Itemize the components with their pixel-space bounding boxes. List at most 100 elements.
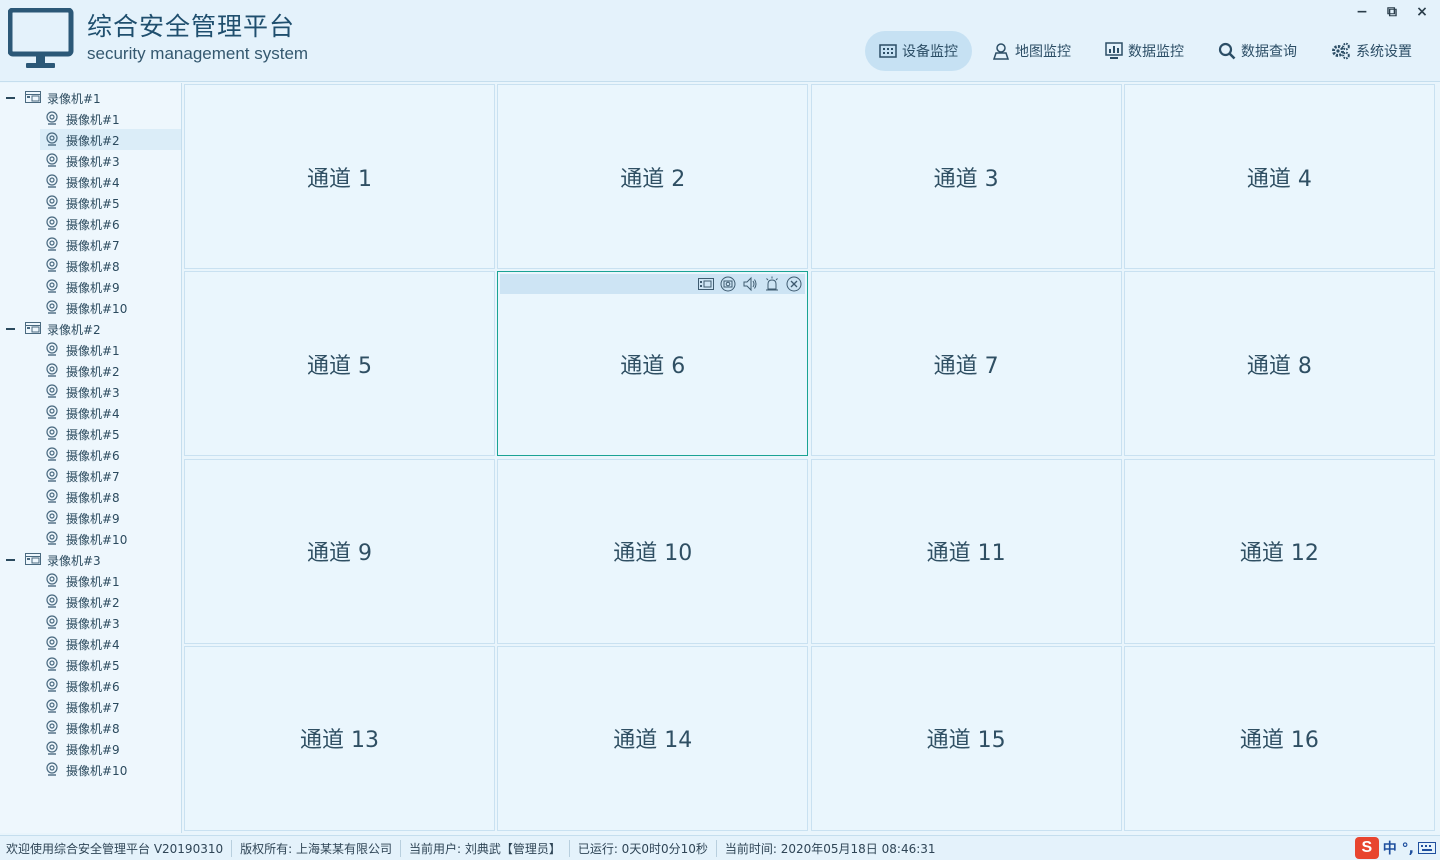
- tree-camera[interactable]: 摄像机#8: [0, 486, 181, 507]
- app-subtitle: security management system: [87, 44, 309, 63]
- channel-cell[interactable]: 通道 6: [497, 271, 809, 457]
- tree-camera[interactable]: 摄像机#5: [0, 192, 181, 213]
- channel-cell[interactable]: 通道 14: [497, 645, 809, 831]
- tree-recorder-label: 录像机#2: [47, 323, 101, 337]
- collapse-toggle-icon[interactable]: [6, 559, 15, 561]
- channel-cell[interactable]: 通道 8: [1123, 271, 1435, 457]
- channel-cell[interactable]: 通道 13: [184, 645, 495, 831]
- tree-camera[interactable]: 摄像机#4: [0, 633, 181, 654]
- tree-camera[interactable]: 摄像机#10: [0, 528, 181, 549]
- status-welcome: 欢迎使用综合安全管理平台 V20190310: [6, 839, 233, 857]
- tree-camera-label: 摄像机#9: [66, 743, 120, 757]
- tree-recorder[interactable]: 录像机#3: [0, 549, 181, 570]
- tree-camera[interactable]: 摄像机#3: [0, 381, 181, 402]
- camera-icon: [45, 258, 59, 275]
- tree-camera-label: 摄像机#7: [66, 470, 120, 484]
- tree-camera-label: 摄像机#3: [66, 386, 120, 400]
- tree-camera[interactable]: 摄像机#9: [0, 276, 181, 297]
- channel-cell[interactable]: 通道 9: [184, 458, 495, 644]
- tree-camera-label: 摄像机#5: [66, 428, 120, 442]
- tree-camera[interactable]: 摄像机#2: [0, 591, 181, 612]
- nav-data-query[interactable]: 数据查询: [1204, 31, 1311, 71]
- tree-camera[interactable]: 摄像机#7: [0, 234, 181, 255]
- channel-label: 通道 3: [933, 166, 999, 192]
- camera-icon: [45, 468, 59, 485]
- tree-camera[interactable]: 摄像机#6: [0, 675, 181, 696]
- close-button[interactable]: ×: [1414, 4, 1430, 20]
- channel-cell[interactable]: 通道 7: [810, 271, 1122, 457]
- camera-icon: [45, 132, 59, 149]
- tree-camera[interactable]: 摄像机#7: [0, 465, 181, 486]
- nav-label: 数据监控: [1128, 44, 1184, 60]
- tree-recorder-label: 录像机#1: [47, 92, 101, 106]
- channel-cell[interactable]: 通道 4: [1123, 84, 1435, 269]
- tree-camera[interactable]: 摄像机#2: [0, 360, 181, 381]
- tree-camera[interactable]: 摄像机#8: [0, 717, 181, 738]
- channel-cell[interactable]: 通道 3: [810, 84, 1122, 269]
- channel-cell[interactable]: 通道 2: [497, 84, 809, 269]
- collapse-toggle-icon[interactable]: [6, 97, 15, 99]
- tree-camera[interactable]: 摄像机#7: [0, 696, 181, 717]
- tree-camera[interactable]: 摄像机#1: [0, 339, 181, 360]
- gears-icon: [1332, 42, 1350, 60]
- camera-icon: [45, 216, 59, 233]
- nav-system-settings[interactable]: 系统设置: [1317, 31, 1426, 71]
- channel-label: 通道 14: [613, 728, 693, 754]
- camera-icon: [45, 678, 59, 695]
- tree-camera-label: 摄像机#8: [66, 260, 120, 274]
- tree-recorder[interactable]: 录像机#1: [0, 87, 181, 108]
- tree-camera[interactable]: 摄像机#1: [0, 570, 181, 591]
- nav-data-monitor[interactable]: 数据监控: [1091, 31, 1198, 71]
- tree-camera[interactable]: 摄像机#4: [0, 171, 181, 192]
- tree-camera[interactable]: 摄像机#3: [0, 150, 181, 171]
- tree-camera[interactable]: 摄像机#5: [0, 654, 181, 675]
- channel-label: 通道 12: [1239, 541, 1319, 567]
- channel-label: 通道 11: [926, 541, 1006, 567]
- tree-camera[interactable]: 摄像机#9: [0, 738, 181, 759]
- tree-camera[interactable]: 摄像机#5: [0, 423, 181, 444]
- tree-camera[interactable]: 摄像机#9: [0, 507, 181, 528]
- recorder-icon: [25, 322, 41, 337]
- tree-camera-label: 摄像机#2: [66, 596, 120, 610]
- camera-icon: [45, 405, 59, 422]
- tree-camera[interactable]: 摄像机#4: [0, 402, 181, 423]
- close-circle-icon[interactable]: [785, 275, 803, 293]
- snapshot-icon[interactable]: [719, 275, 737, 293]
- status-user: 当前用户: 刘典武【管理员】: [409, 839, 570, 857]
- tree-recorder[interactable]: 录像机#2: [0, 318, 181, 339]
- tree-camera[interactable]: 摄像机#1: [0, 108, 181, 129]
- tree-camera[interactable]: 摄像机#6: [0, 213, 181, 234]
- channel-cell[interactable]: 通道 11: [810, 458, 1122, 644]
- nav-map-monitor[interactable]: 地图监控: [978, 31, 1085, 71]
- restore-button[interactable]: ⧉: [1384, 4, 1400, 20]
- audio-icon[interactable]: [741, 275, 759, 293]
- tree-camera[interactable]: 摄像机#10: [0, 297, 181, 318]
- tree-camera[interactable]: 摄像机#10: [0, 759, 181, 780]
- alarm-icon[interactable]: [763, 275, 781, 293]
- monitor-logo-icon: [7, 7, 74, 74]
- tree-camera[interactable]: 摄像机#8: [0, 255, 181, 276]
- tree-camera[interactable]: 摄像机#6: [0, 444, 181, 465]
- device-grid-icon: [879, 44, 897, 58]
- channel-label: 通道 5: [307, 353, 372, 379]
- tree-camera[interactable]: 摄像机#3: [0, 612, 181, 633]
- channel-cell[interactable]: 通道 1: [184, 84, 495, 269]
- nav-label: 地图监控: [1015, 44, 1071, 60]
- minimize-button[interactable]: −: [1354, 4, 1370, 20]
- collapse-toggle-icon[interactable]: [6, 328, 15, 330]
- channel-cell[interactable]: 通道 16: [1123, 645, 1435, 831]
- channel-cell[interactable]: 通道 15: [810, 645, 1122, 831]
- tree-camera-label: 摄像机#4: [66, 638, 120, 652]
- channel-label: 通道 13: [300, 728, 379, 754]
- channel-cell[interactable]: 通道 12: [1123, 458, 1435, 644]
- channel-cell[interactable]: 通道 5: [184, 271, 495, 457]
- ime-indicator[interactable]: S 中 °,: [1354, 837, 1436, 859]
- tree-camera-label: 摄像机#4: [66, 407, 120, 421]
- record-icon[interactable]: [697, 275, 715, 293]
- tree-camera-label: 摄像机#9: [66, 281, 120, 295]
- camera-icon: [45, 237, 59, 254]
- tree-camera-label: 摄像机#3: [66, 155, 120, 169]
- tree-camera[interactable]: 摄像机#2: [40, 129, 181, 150]
- nav-device-monitor[interactable]: 设备监控: [865, 31, 972, 71]
- channel-cell[interactable]: 通道 10: [497, 458, 809, 644]
